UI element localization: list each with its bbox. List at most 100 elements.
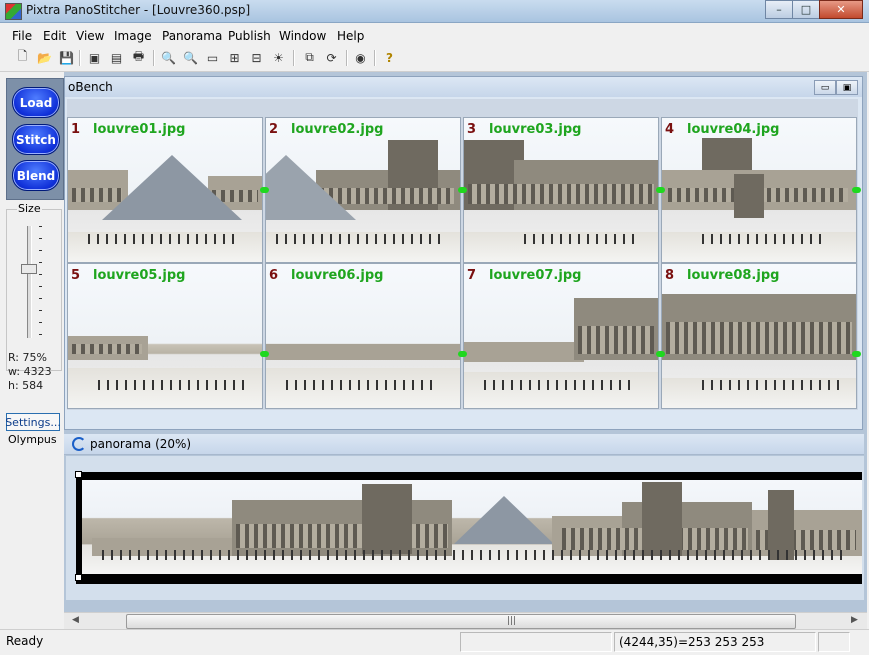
menu-bar: File Edit View Image Panorama Publish Wi… <box>0 27 869 45</box>
image-thumbnail[interactable]: 7 louvre07.jpg <box>463 263 659 409</box>
publish-icon[interactable]: ◉ <box>352 49 369 66</box>
size-slider-thumb[interactable] <box>21 264 37 274</box>
image-thumbnail[interactable]: 6 louvre06.jpg <box>265 263 461 409</box>
image-index: 5 <box>71 268 81 283</box>
panorama-icon <box>72 437 86 451</box>
rotate-icon[interactable]: ⟳ <box>323 49 340 66</box>
image-filename: louvre03.jpg <box>489 122 582 137</box>
slider-tick <box>39 310 42 311</box>
menu-panorama[interactable]: Panorama <box>162 29 222 43</box>
workbench-header: oBench ▭ ▣ <box>65 77 862 97</box>
crop-handle-top-left[interactable] <box>75 471 82 478</box>
menu-image[interactable]: Image <box>114 29 152 43</box>
menu-view[interactable]: View <box>76 29 104 43</box>
match-marker <box>458 187 467 193</box>
image-index: 3 <box>467 122 477 137</box>
toolbar-separator <box>293 50 295 66</box>
left-panel: Load Stitch Blend Size R: 75% w: 4323 h:… <box>2 73 64 628</box>
frame-icon[interactable]: ▭ <box>204 49 221 66</box>
restore-icon[interactable]: ▭ <box>814 80 836 95</box>
workbench-window: oBench ▭ ▣ 1 louvre01.jpg 2 louvre02.jpg… <box>64 76 863 430</box>
ratio-value: R: 75% <box>8 351 47 364</box>
close-button[interactable]: ✕ <box>819 0 863 19</box>
grid-icon[interactable]: ⊞ <box>226 49 243 66</box>
zoom-out-icon[interactable]: 🔍 <box>182 49 199 66</box>
thumbnail-grid: 1 louvre01.jpg 2 louvre02.jpg 3 louvre03… <box>67 99 861 410</box>
scroll-left-icon[interactable]: ◀ <box>72 615 79 625</box>
slider-tick <box>39 262 42 263</box>
load-button[interactable]: Load <box>12 87 60 118</box>
open-icon[interactable]: 📂 <box>36 49 53 66</box>
image-index: 2 <box>269 122 279 137</box>
menu-file[interactable]: File <box>12 29 32 43</box>
crop-handle-bottom-left[interactable] <box>75 574 82 581</box>
image-filename: louvre01.jpg <box>93 122 186 137</box>
mdi-area: oBench ▭ ▣ 1 louvre01.jpg 2 louvre02.jpg… <box>64 72 867 612</box>
image-thumbnail[interactable]: 4 louvre04.jpg <box>661 117 857 263</box>
app-window: Pixtra PanoStitcher - [Louvre360.psp] – … <box>0 0 869 655</box>
camera-label: Olympus <box>8 433 57 446</box>
image-filename: louvre08.jpg <box>687 268 780 283</box>
import-icon[interactable]: ▣ <box>86 49 103 66</box>
horizontal-scrollbar[interactable]: ◀ ||| ▶ <box>64 612 867 629</box>
width-value: w: 4323 <box>8 365 52 378</box>
image-thumbnail[interactable]: 5 louvre05.jpg <box>67 263 263 409</box>
title-bar: Pixtra PanoStitcher - [Louvre360.psp] – … <box>0 0 869 23</box>
menu-window[interactable]: Window <box>279 29 326 43</box>
scrollbar-thumb[interactable]: ||| <box>126 614 796 629</box>
panorama-image[interactable] <box>82 480 862 574</box>
panorama-frame <box>75 471 862 584</box>
image-filename: louvre04.jpg <box>687 122 780 137</box>
menu-help[interactable]: Help <box>337 29 364 43</box>
help-icon[interactable]: ? <box>381 49 398 66</box>
stitch-button[interactable]: Stitch <box>12 124 60 155</box>
maximize-icon[interactable]: ▣ <box>836 80 858 95</box>
image-filename: louvre05.jpg <box>93 268 186 283</box>
image-thumbnail[interactable]: 1 louvre01.jpg <box>67 117 263 263</box>
panorama-body <box>66 456 864 600</box>
zoom-in-icon[interactable]: 🔍 <box>160 49 177 66</box>
status-pane-coords: (4244,35)=253 253 253 <box>614 632 816 652</box>
toolbar: 🗋 📂 💾 ▣ ▤ 🖶 🔍 🔍 ▭ ⊞ ⊟ ☀ ⧉ ⟳ ◉ ? <box>0 45 869 72</box>
slider-tick <box>39 286 42 287</box>
window-title: Pixtra PanoStitcher - [Louvre360.psp] <box>26 3 251 17</box>
menu-publish[interactable]: Publish <box>228 29 271 43</box>
image-filename: louvre02.jpg <box>291 122 384 137</box>
app-icon <box>5 3 22 20</box>
workbench-title: oBench <box>68 80 113 94</box>
minimize-button[interactable]: – <box>765 0 793 19</box>
image-index: 1 <box>71 122 81 137</box>
print-icon[interactable]: 🖶 <box>130 49 147 66</box>
slider-tick <box>39 322 42 323</box>
image-index: 4 <box>665 122 675 137</box>
settings-button[interactable]: Settings... <box>5 413 61 431</box>
panorama-icon[interactable]: ⧉ <box>301 49 318 66</box>
match-marker <box>852 351 861 357</box>
status-pane <box>818 632 850 652</box>
slider-tick <box>39 334 42 335</box>
brightness-icon[interactable]: ☀ <box>270 49 287 66</box>
image-index: 8 <box>665 268 675 283</box>
blend-button[interactable]: Blend <box>12 160 60 191</box>
save-as-icon[interactable]: ▤ <box>108 49 125 66</box>
height-value: h: 584 <box>8 379 44 392</box>
size-label: Size <box>17 202 42 215</box>
panorama-title: panorama (20%) <box>90 437 192 451</box>
panorama-window: panorama (20%) <box>64 434 864 602</box>
tiles-icon[interactable]: ⊟ <box>248 49 265 66</box>
size-slider-track[interactable] <box>27 226 32 338</box>
match-marker <box>260 351 269 357</box>
size-group: Size <box>6 202 62 371</box>
maximize-button[interactable]: □ <box>792 0 820 19</box>
image-thumbnail[interactable]: 3 louvre03.jpg <box>463 117 659 263</box>
menu-edit[interactable]: Edit <box>43 29 66 43</box>
new-icon[interactable]: 🗋 <box>14 49 31 66</box>
image-thumbnail[interactable]: 2 louvre02.jpg <box>265 117 461 263</box>
scroll-right-icon[interactable]: ▶ <box>851 615 858 625</box>
slider-tick <box>39 238 42 239</box>
image-filename: louvre06.jpg <box>291 268 384 283</box>
slider-tick <box>39 250 42 251</box>
slider-tick <box>39 274 42 275</box>
image-thumbnail[interactable]: 8 louvre08.jpg <box>661 263 857 409</box>
save-icon[interactable]: 💾 <box>58 49 75 66</box>
